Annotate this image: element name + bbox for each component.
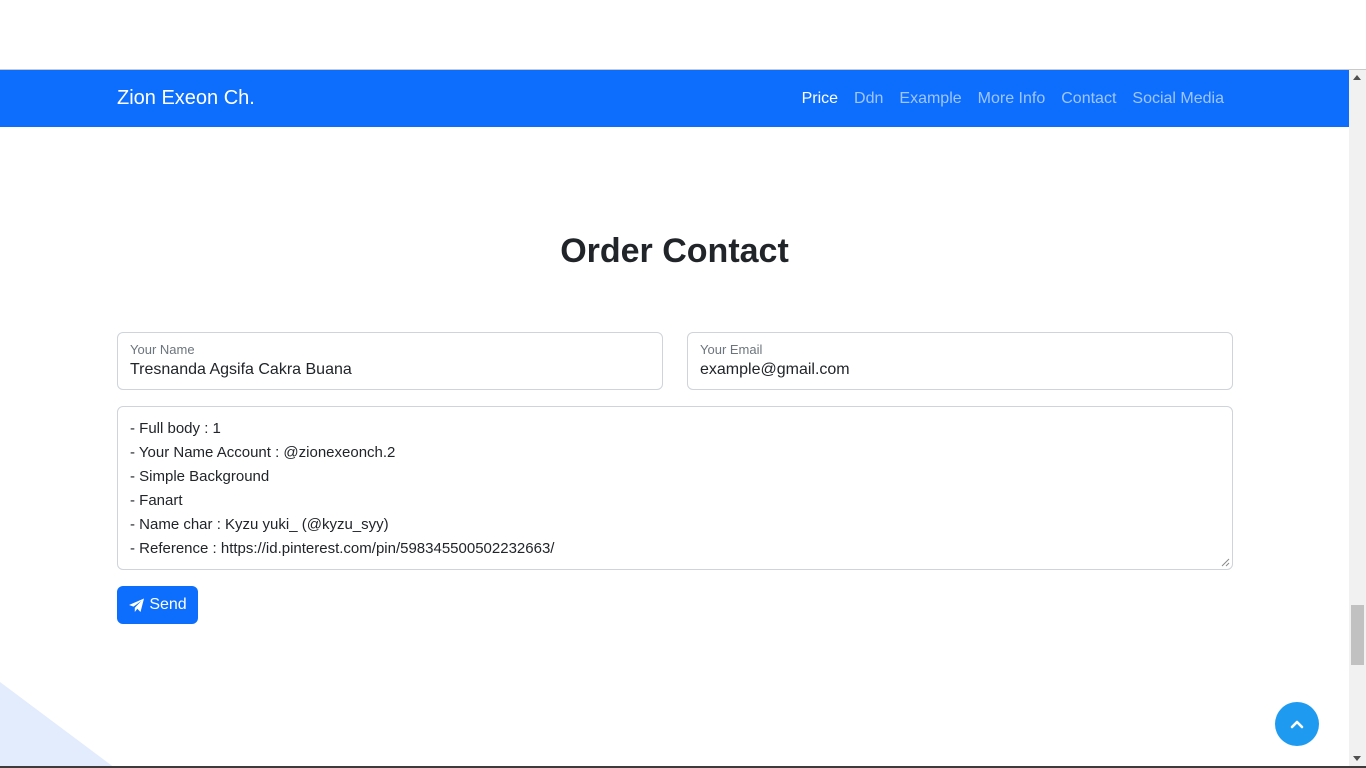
email-field[interactable]: Your Email example@gmail.com <box>687 332 1233 390</box>
nav-link-social-media[interactable]: Social Media <box>1132 90 1224 108</box>
section-title: Order Contact <box>560 232 789 270</box>
email-field-value[interactable]: example@gmail.com <box>700 361 850 379</box>
name-field-value[interactable]: Tresnanda Agsifa Cakra Buana <box>130 361 352 379</box>
scroll-down-arrow-icon[interactable] <box>1353 756 1361 761</box>
name-field[interactable]: Your Name Tresnanda Agsifa Cakra Buana <box>117 332 663 390</box>
message-line: - Simple Background <box>130 468 270 485</box>
nav-links: Price Ddn Example More Info Contact Soci… <box>786 90 1224 108</box>
navbar: Zion Exeon Ch. Price Ddn Example More In… <box>0 70 1349 127</box>
chevron-up-icon <box>1290 720 1304 729</box>
background-decoration <box>0 682 115 768</box>
nav-link-ddn[interactable]: Ddn <box>854 90 883 108</box>
scroll-up-arrow-icon[interactable] <box>1353 75 1361 80</box>
page-scrollbar[interactable] <box>1349 70 1366 768</box>
scroll-to-top-button[interactable] <box>1275 702 1319 746</box>
message-text[interactable]: - Full body : 1 - Your Name Account : @z… <box>130 417 554 561</box>
nav-link-more-info[interactable]: More Info <box>978 90 1046 108</box>
navbar-brand[interactable]: Zion Exeon Ch. <box>117 87 255 110</box>
email-field-label: Your Email <box>700 342 763 357</box>
name-field-label: Your Name <box>130 342 195 357</box>
page: Zion Exeon Ch. Price Ddn Example More In… <box>0 70 1349 768</box>
browser-top-area <box>0 0 1366 70</box>
scrollbar-thumb[interactable] <box>1351 605 1364 665</box>
send-button-label: Send <box>149 596 187 613</box>
nav-link-contact[interactable]: Contact <box>1061 90 1116 108</box>
nav-link-example[interactable]: Example <box>899 90 961 108</box>
send-button[interactable]: Send <box>117 586 198 624</box>
message-line: - Fanart <box>130 492 183 509</box>
message-line: - Your Name Account : @zionexeonch.2 <box>130 444 396 461</box>
message-line: - Full body : 1 <box>130 420 221 437</box>
message-line: - Name char : Kyzu yuki_ (@kyzu_syy) <box>130 516 389 533</box>
message-textarea[interactable]: - Full body : 1 - Your Name Account : @z… <box>117 406 1233 570</box>
message-line: - Reference : https://id.pinterest.com/p… <box>130 540 555 557</box>
paper-plane-icon <box>129 598 145 612</box>
resize-grip-icon[interactable] <box>1221 558 1230 567</box>
nav-link-price[interactable]: Price <box>802 90 838 108</box>
